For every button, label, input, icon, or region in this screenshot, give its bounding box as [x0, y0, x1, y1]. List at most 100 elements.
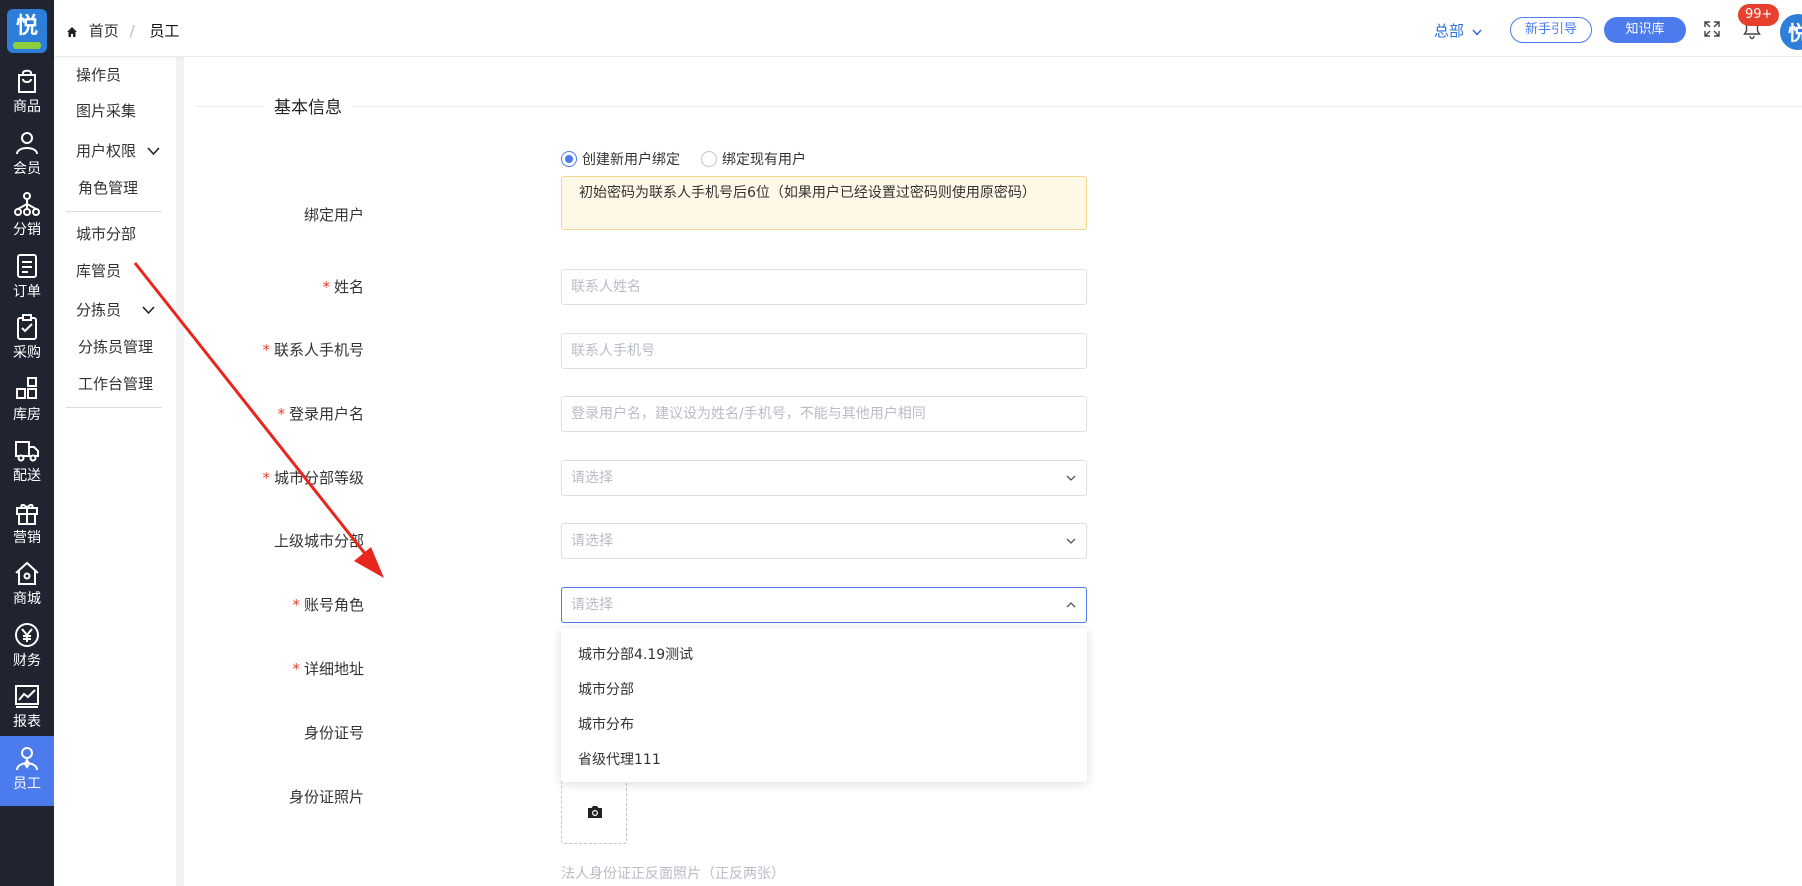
clipboard-icon — [17, 314, 37, 340]
yen-icon — [15, 622, 39, 647]
rail-item[interactable]: 报表 — [0, 674, 54, 744]
required-mark: * — [292, 660, 300, 678]
gift-icon — [16, 503, 38, 525]
network-icon — [14, 192, 40, 216]
rail-item[interactable]: 商品 — [0, 59, 54, 129]
login-name-input[interactable]: 登录用户名，建议设为姓名/手机号，不能与其他用户相同 — [561, 396, 1087, 432]
bind-user-label: 绑定用户 — [184, 204, 364, 225]
required-mark: * — [262, 341, 270, 359]
rail-item-label: 商品 — [13, 99, 41, 115]
submenu-divider — [66, 211, 162, 212]
role-option[interactable]: 城市分部4.19测试 — [561, 638, 1087, 673]
breadcrumb: 首页 / 员工 — [66, 20, 179, 41]
id-number-label: 身份证号 — [184, 722, 364, 743]
label-text: 身份证号 — [303, 724, 364, 742]
radio-label: 创建新用户绑定 — [582, 152, 680, 168]
name-input[interactable]: 联系人姓名 — [561, 269, 1087, 305]
role-option[interactable]: 城市分部 — [561, 673, 1087, 708]
rail-item[interactable]: 员工 — [0, 735, 54, 806]
breadcrumb-current: 员工 — [149, 22, 180, 40]
rail-item-label: 报表 — [13, 714, 41, 730]
chevron-down-icon — [1066, 475, 1076, 481]
chevron-down-icon — [142, 306, 155, 315]
branch-level-select[interactable]: 请选择 — [561, 460, 1087, 496]
top-bar: 首页 / 员工 总部 新手引导 知识库 99+ 悦 — [54, 0, 1802, 57]
user-icon — [16, 131, 38, 154]
radio-create-new[interactable]: 创建新用户绑定 — [561, 149, 680, 169]
radio-bind-existing[interactable]: 绑定现有用户 — [701, 149, 806, 169]
brand-logo-char: 悦 — [15, 14, 38, 39]
id-photo-upload[interactable] — [561, 780, 627, 844]
label-text: 联系人手机号 — [273, 341, 364, 359]
submenu-item-workbench-mgmt[interactable]: 工作台管理 — [78, 373, 153, 394]
required-mark: * — [292, 596, 300, 614]
submenu-item-warehouse-keeper[interactable]: 库管员 — [76, 260, 121, 281]
label-text: 登录用户名 — [288, 405, 364, 423]
guide-button[interactable]: 新手引导 — [1510, 17, 1592, 43]
breadcrumb-separator: / — [129, 22, 135, 40]
app-root: 悦 商品 会员 分销 订单 采购 库房 配送 营销 商城 财务 报表 员工 操作员 图片采集 用户权限… — [0, 0, 1802, 886]
role-dropdown: 城市分部4.19测试 城市分部 城市分布 省级代理111 — [561, 628, 1087, 782]
label-text: 上级城市分部 — [273, 532, 364, 550]
rail-item[interactable]: 库房 — [0, 367, 54, 437]
rail-item-label: 订单 — [13, 283, 41, 300]
notification-badge: 99+ — [1738, 4, 1780, 26]
parent-branch-label: 上级城市分部 — [184, 530, 364, 551]
chevron-down-icon — [1472, 29, 1482, 36]
rail-item[interactable]: 分销 — [0, 182, 54, 252]
select-placeholder: 请选择 — [571, 533, 613, 549]
staff-icon — [16, 746, 38, 770]
submenu-item-photo[interactable]: 图片采集 — [76, 100, 136, 121]
submenu-group-user-perm[interactable]: 用户权限 — [76, 140, 160, 161]
submenu-group-label: 分拣员 — [76, 301, 122, 319]
submenu-item-city-branch[interactable]: 城市分部 — [76, 223, 136, 244]
rail-item[interactable]: 采购 — [0, 305, 54, 375]
phone-input[interactable]: 联系人手机号 — [561, 333, 1087, 369]
parent-branch-select[interactable]: 请选择 — [561, 523, 1087, 559]
address-label: * 详细地址 — [184, 658, 364, 679]
required-mark: * — [322, 278, 330, 296]
truck-icon — [15, 441, 39, 462]
select-placeholder: 请选择 — [571, 597, 613, 613]
radio-dot — [561, 151, 577, 167]
label-text: 姓名 — [333, 278, 364, 296]
fullscreen-icon[interactable] — [1702, 19, 1722, 39]
rail-item-label: 员工 — [13, 775, 41, 792]
warehouse-icon — [16, 376, 37, 399]
submenu-group-sorter[interactable]: 分拣员 — [76, 299, 155, 320]
rail-item-label: 财务 — [13, 652, 41, 669]
submenu-item-role-mgmt[interactable]: 角色管理 — [78, 177, 138, 198]
password-notice: 初始密码为联系人手机号后6位（如果用户已经设置过密码则使用原密码） — [561, 176, 1087, 230]
avatar[interactable]: 悦 — [1778, 12, 1802, 52]
breadcrumb-home[interactable]: 首页 — [89, 22, 119, 40]
rail-item[interactable]: 订单 — [0, 244, 54, 314]
section-title: 基本信息 — [264, 93, 352, 118]
submenu-group-label: 用户权限 — [76, 142, 137, 160]
rail-item[interactable]: 营销 — [0, 490, 54, 560]
rail-item[interactable]: 会员 — [0, 121, 54, 191]
role-option[interactable]: 省级代理111 — [561, 743, 1087, 778]
logo-leaf — [13, 42, 41, 49]
knowledge-base-button[interactable]: 知识库 — [1604, 17, 1686, 43]
bag-icon — [18, 69, 36, 93]
submenu-item-operator[interactable]: 操作员 — [76, 64, 121, 85]
required-mark: * — [262, 469, 270, 487]
chevron-down-icon — [147, 147, 160, 156]
branch-level-label: * 城市分部等级 — [184, 467, 364, 488]
rail-item[interactable]: 财务 — [0, 613, 54, 683]
rail-item-label: 采购 — [13, 345, 41, 361]
account-role-label: * 账号角色 — [184, 594, 364, 615]
sub-menu: 操作员 图片采集 用户权限 角色管理 城市分部 库管员 分拣员 分拣员管理 工作… — [54, 0, 176, 886]
submenu-item-sorter-mgmt[interactable]: 分拣员管理 — [78, 336, 153, 357]
hq-selector[interactable]: 总部 — [1434, 20, 1482, 41]
rail-item[interactable]: 商城 — [0, 551, 54, 621]
label-text: 城市分部等级 — [273, 469, 364, 487]
role-option[interactable]: 城市分布 — [561, 708, 1087, 743]
label-text: 账号角色 — [303, 596, 364, 614]
rail-item[interactable]: 配送 — [0, 428, 54, 498]
account-role-select[interactable]: 请选择 — [561, 587, 1087, 623]
radio-label: 绑定现有用户 — [722, 152, 806, 168]
chart-icon — [15, 685, 39, 708]
brand-logo[interactable]: 悦 — [7, 9, 47, 53]
camera-icon — [588, 806, 602, 818]
